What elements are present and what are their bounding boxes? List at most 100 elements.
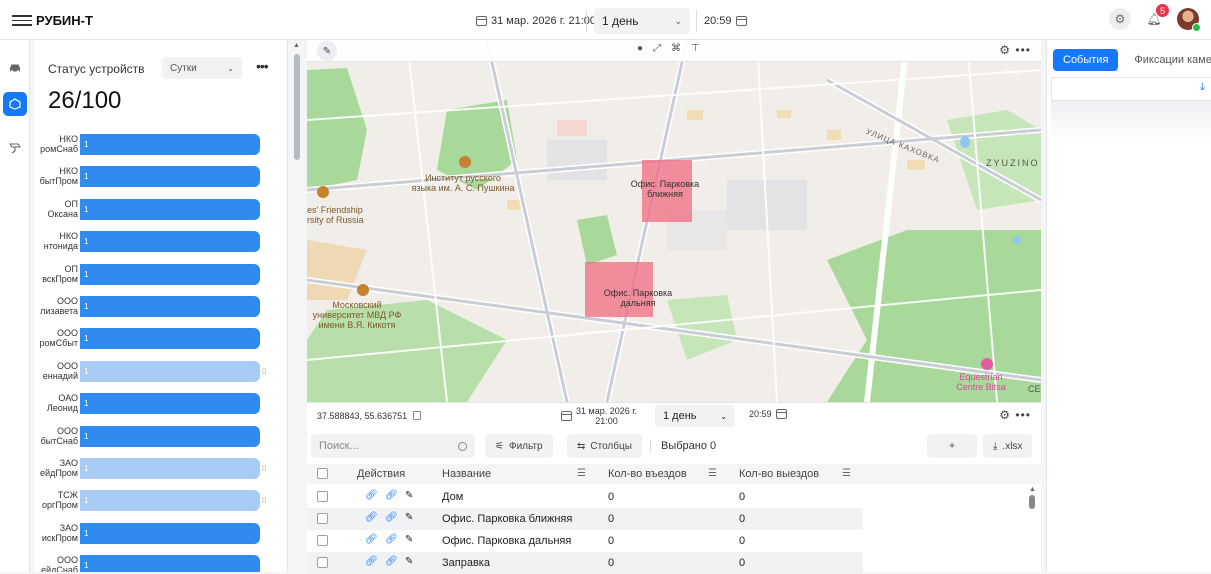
copy-icon[interactable]	[413, 411, 422, 420]
status-bar[interactable]: 1	[80, 295, 260, 317]
table-row[interactable]: 🔗︎ 🔗︎ ✎ Заправка 0 0	[307, 552, 863, 574]
row-checkbox[interactable]	[317, 491, 328, 502]
panel-title: Статус устройств	[48, 62, 145, 76]
edit-icon[interactable]: ✎	[405, 512, 413, 523]
link-icon[interactable]: 🔗︎	[385, 512, 398, 523]
status-row-label: ЗАО ейдПром	[40, 457, 78, 478]
edit-icon[interactable]: ✎	[405, 490, 413, 501]
row-checkbox[interactable]	[317, 557, 328, 568]
row-checkbox[interactable]	[317, 513, 328, 524]
ruler-icon[interactable]: ⊤	[691, 43, 700, 54]
geofence-icon[interactable]	[3, 92, 27, 116]
status-bar[interactable]: 1	[80, 425, 260, 447]
gear-icon[interactable]: ⚙	[999, 408, 1011, 422]
search-input[interactable]: Поиск...	[311, 434, 475, 458]
link-icon[interactable]: 🔗︎	[385, 534, 398, 545]
table-toolbar: Поиск... ⚟ Фильтр ⇆ Столбцы Выбрано 0 + ⤓.…	[307, 432, 1041, 460]
filter-icon[interactable]: ☰	[708, 468, 717, 479]
time-picker[interactable]: 20:59	[704, 11, 747, 31]
map-footer: 37.588843, 55.636751 31 мар. 2026 г. 21:0…	[307, 402, 1041, 428]
polygon-icon[interactable]: ⌘	[671, 43, 681, 54]
events-panel: События Фиксации камер ⤓	[1046, 40, 1211, 572]
menu-icon[interactable]	[12, 15, 32, 26]
camera-icon[interactable]	[3, 136, 27, 160]
status-row-label: ТСЖ оргПром	[42, 490, 78, 511]
scrollbar[interactable]: ▲	[290, 40, 304, 572]
tab-events[interactable]: События	[1053, 49, 1119, 71]
status-bar[interactable]: 1	[80, 360, 260, 382]
link-icon[interactable]: 🔗︎	[365, 512, 378, 523]
more-icon[interactable]: •••	[256, 58, 269, 74]
poi-label: Институт русского языка им. А. С. Пушкина	[411, 173, 515, 193]
status-bar[interactable]: 1	[80, 166, 260, 188]
notifications-button[interactable]: 🔔︎ 5	[1143, 4, 1169, 30]
period-select[interactable]: Сутки ⌄	[162, 57, 242, 79]
geofence-label: Офис. Парковка ближняя	[630, 179, 700, 199]
map[interactable]	[307, 40, 1041, 402]
header-exits[interactable]: Кол-во выездов	[739, 468, 819, 480]
pencil-icon[interactable]: ✎	[317, 41, 337, 61]
row-checkbox[interactable]	[317, 535, 328, 546]
status-bar[interactable]: 1	[80, 490, 260, 512]
filter-icon[interactable]: ☰	[577, 468, 586, 479]
add-button[interactable]: +	[927, 434, 977, 458]
status-bar[interactable]: 1	[80, 263, 260, 285]
brand-name: РУБИН-Т	[36, 13, 93, 28]
status-bar[interactable]: 1	[80, 457, 260, 479]
period-select[interactable]: 1 день ⌄	[594, 8, 690, 34]
selected-count: Выбрано 0	[650, 440, 716, 452]
select-all-checkbox[interactable]	[317, 468, 328, 479]
car-icon[interactable]	[3, 56, 27, 80]
link-icon[interactable]: 🔗︎	[365, 534, 378, 545]
time-picker[interactable]: 20:59	[749, 409, 787, 419]
date-picker[interactable]: 31 мар. 2026 г. 21:00	[476, 11, 596, 31]
gear-icon[interactable]: ⚙	[999, 43, 1011, 57]
more-icon[interactable]: •••	[1015, 408, 1031, 422]
poi-label: Equestrian Centre Bitsa	[956, 372, 1006, 392]
link-icon[interactable]: 🔗︎	[385, 490, 398, 501]
calendar-icon	[476, 16, 487, 26]
link-icon[interactable]: 🔗︎	[385, 556, 398, 567]
edit-icon[interactable]: ✎	[405, 556, 413, 567]
status-bar[interactable]: 1	[80, 393, 260, 415]
scroll-thumb[interactable]	[1029, 495, 1035, 509]
link-icon[interactable]: 🔗︎	[365, 556, 378, 567]
table-row[interactable]: 🔗︎ 🔗︎ ✎ Дом 0 0	[307, 486, 863, 508]
export-xlsx-button[interactable]: ⤓ .xlsx	[983, 434, 1033, 458]
link-icon[interactable]: 🔗︎	[365, 490, 378, 501]
status-row: ОП вскПром 1	[34, 262, 287, 294]
date-picker[interactable]: 31 мар. 2026 г. 21:00	[561, 406, 637, 426]
scroll-thumb[interactable]	[294, 54, 300, 160]
table-row[interactable]: 🔗︎ 🔗︎ ✎ Офис. Парковка дальняя 0 0	[307, 530, 863, 552]
status-row-label: ООО ромСбыт	[39, 328, 78, 349]
download-icon[interactable]: ⤓	[1200, 81, 1205, 94]
columns-button[interactable]: ⇆ Столбцы	[567, 434, 642, 458]
period-value: Сутки	[170, 62, 197, 74]
header-entries[interactable]: Кол-во въездов	[608, 468, 687, 480]
device-count: 26/100	[48, 87, 122, 114]
period-select[interactable]: 1 день ⌄	[655, 405, 735, 427]
status-bar[interactable]: 1	[80, 231, 260, 253]
table-row[interactable]: 🔗︎ 🔗︎ ✎ Офис. Парковка ближняя 0 0	[307, 508, 863, 530]
tab-camera-captures[interactable]: Фиксации камер	[1124, 49, 1211, 71]
avatar[interactable]	[1177, 8, 1201, 32]
status-bar[interactable]: 1	[80, 198, 260, 220]
map-toolbar: ✎ ● ⤢ ⌘ ⊤ ⚙ •••	[307, 40, 1041, 62]
header-name[interactable]: Название	[442, 468, 491, 480]
filter-icon[interactable]: ☰	[842, 468, 851, 479]
scroll-up-icon[interactable]: ▲	[293, 42, 300, 49]
filter-button[interactable]: ⚟ Фильтр	[485, 434, 553, 458]
status-bar[interactable]: 1	[80, 522, 260, 544]
line-icon[interactable]: ⤢	[653, 43, 661, 54]
status-bar[interactable]: 1	[80, 328, 260, 350]
status-row: ОП Оксана 1	[34, 197, 287, 229]
pin-icon[interactable]: ●	[637, 43, 643, 54]
more-icon[interactable]: •••	[1015, 43, 1031, 57]
edit-icon[interactable]: ✎	[405, 534, 413, 545]
status-bar[interactable]: 1	[80, 555, 260, 572]
settings-button[interactable]: ⚙	[1109, 8, 1131, 30]
status-bar[interactable]: 1	[80, 134, 260, 155]
table-scrollbar[interactable]: ▲	[1029, 486, 1039, 566]
status-row-label: НКО бытПром	[39, 166, 78, 187]
scroll-up-icon[interactable]: ▲	[1029, 486, 1039, 493]
